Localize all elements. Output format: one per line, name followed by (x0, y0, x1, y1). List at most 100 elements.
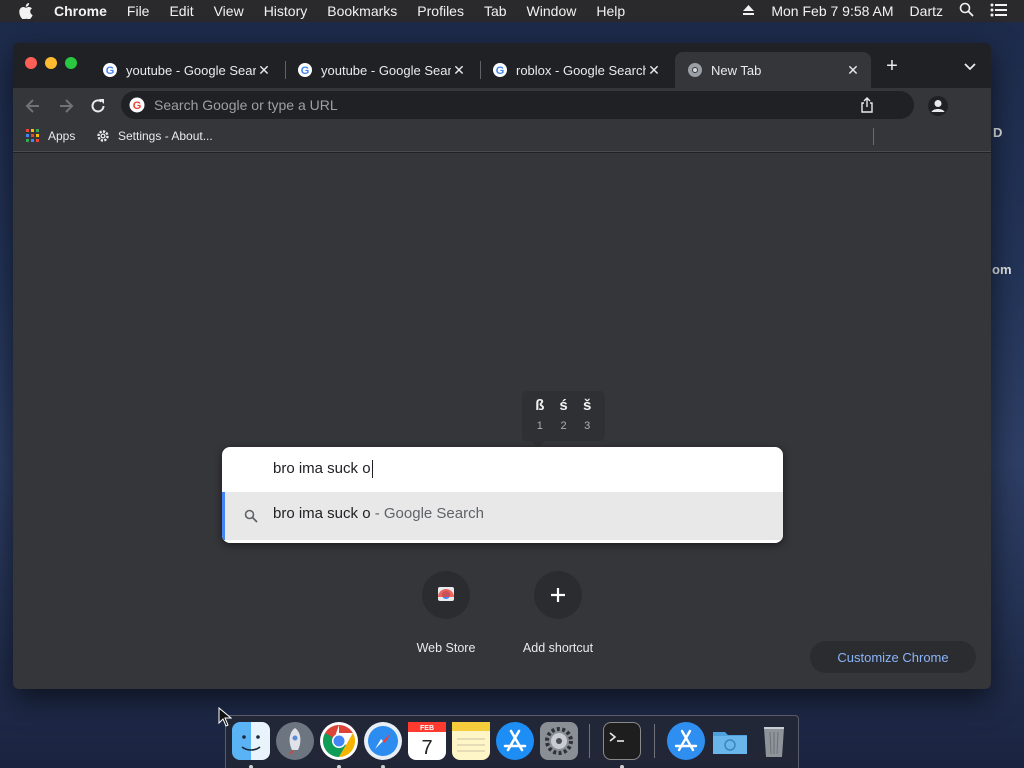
accent-option-3[interactable]: š 3 (575, 397, 599, 441)
system-preferences-icon[interactable] (540, 722, 578, 760)
menu-history[interactable]: History (264, 3, 308, 19)
customize-chrome-button[interactable]: Customize Chrome (810, 641, 976, 673)
forward-arrow-icon[interactable] (56, 96, 76, 116)
new-tab-plus-icon[interactable]: + (883, 56, 901, 76)
google-icon: G (102, 62, 118, 78)
web-store-icon (422, 571, 470, 619)
tab-youtube-search-2[interactable]: G youtube - Google Search ✕ (285, 52, 477, 88)
menu-edit[interactable]: Edit (169, 3, 193, 19)
zoom-window-button[interactable] (65, 57, 77, 69)
bookmarks-divider (873, 128, 874, 145)
menu-bar: Chrome File Edit View History Bookmarks … (0, 0, 1024, 22)
safari-icon[interactable] (364, 722, 402, 760)
menu-profiles[interactable]: Profiles (417, 3, 464, 19)
apps-grid-icon (26, 129, 40, 143)
app-store-icon[interactable] (496, 722, 534, 760)
shortcut-label: Add shortcut (522, 641, 594, 655)
minimize-window-button[interactable] (45, 57, 57, 69)
menu-app-name[interactable]: Chrome (54, 3, 107, 19)
menu-help[interactable]: Help (596, 3, 625, 19)
shortcut-add[interactable]: Add shortcut (508, 571, 608, 655)
selection-indicator (222, 492, 225, 540)
bookmark-label: Apps (48, 129, 76, 143)
close-tab-icon[interactable]: ✕ (646, 62, 662, 78)
applications-folder-icon[interactable] (667, 722, 705, 760)
menu-window[interactable]: Window (527, 3, 577, 19)
accent-char: ś (559, 397, 568, 414)
close-tab-icon[interactable]: ✕ (451, 62, 467, 78)
calendar-month: FEB (420, 725, 434, 732)
finder-icon[interactable] (232, 722, 270, 760)
calendar-icon[interactable]: FEB 7 (408, 722, 446, 760)
svg-text:G: G (133, 100, 142, 112)
search-input[interactable]: bro ima suck o (273, 460, 373, 479)
menu-bookmarks[interactable]: Bookmarks (327, 3, 397, 19)
suggestion-suffix: - Google Search (370, 505, 484, 522)
omnibox[interactable]: G Search Google or type a URL (121, 91, 914, 119)
accent-option-1[interactable]: ß 1 (528, 397, 552, 441)
dock-separator (654, 724, 655, 758)
close-tab-icon[interactable]: ✕ (256, 62, 272, 78)
desktop-peek-text-mid: om (992, 262, 1012, 277)
tab-search-chevron-icon[interactable] (961, 57, 979, 75)
svg-text:G: G (301, 65, 310, 77)
close-tab-icon[interactable]: ✕ (845, 62, 861, 78)
calendar-day: 7 (421, 737, 432, 759)
menubar-clock[interactable]: Mon Feb 7 9:58 AM (771, 3, 893, 19)
accent-character-popup: ß 1 ś 2 š 3 (522, 391, 605, 448)
dock-separator (589, 724, 590, 758)
suggestion-text: bro ima suck o - Google Search (273, 505, 484, 522)
close-window-button[interactable] (25, 57, 37, 69)
chrome-icon (687, 62, 703, 78)
search-icon (244, 509, 258, 523)
shortcut-web-store[interactable]: Web Store (396, 571, 496, 655)
gear-icon (96, 129, 110, 143)
downloads-folder-icon[interactable] (711, 722, 749, 760)
mouse-cursor-icon (218, 706, 233, 727)
google-icon: G (129, 97, 145, 113)
suggestion-query: bro ima suck o (273, 505, 371, 522)
trash-icon[interactable] (755, 722, 793, 760)
bookmark-settings-about[interactable]: Settings - About... (96, 129, 213, 143)
desktop-peek-text-top: D (993, 125, 1003, 140)
text-caret (371, 460, 373, 479)
plus-icon (534, 571, 582, 619)
svg-text:G: G (106, 65, 115, 77)
dock: FEB 7 (225, 715, 799, 768)
menu-file[interactable]: File (127, 3, 150, 19)
new-tab-page: Web Store Add shortcut Customize Chrome (13, 153, 991, 689)
search-dropdown: bro ima suck o bro ima suck o - Google S… (222, 447, 783, 543)
launchpad-icon[interactable] (276, 722, 314, 760)
tab-title: New Tab (711, 62, 762, 78)
spotlight-search-icon[interactable] (959, 2, 974, 20)
bookmarks-bar: Apps Settings - About... (13, 124, 991, 152)
bookmark-apps[interactable]: Apps (26, 129, 75, 143)
desktop-background-peek: D om (992, 22, 1024, 722)
tab-strip: G youtube - Google Search ✕ G youtube - … (13, 43, 991, 88)
menu-view[interactable]: View (214, 3, 244, 19)
tab-title: roblox - Google Search (516, 62, 646, 78)
bookmark-label: Settings - About... (118, 129, 213, 143)
eject-icon[interactable] (742, 3, 755, 19)
share-icon[interactable] (859, 97, 875, 113)
terminal-icon[interactable] (603, 722, 641, 760)
menubar-user[interactable]: Dartz (910, 3, 943, 19)
profile-avatar-icon[interactable] (927, 95, 949, 117)
tab-new-tab[interactable]: New Tab ✕ (675, 52, 871, 88)
back-arrow-icon[interactable] (23, 96, 43, 116)
search-suggestion[interactable]: bro ima suck o - Google Search (222, 492, 783, 540)
notes-icon[interactable] (452, 722, 490, 760)
svg-text:G: G (496, 65, 505, 77)
chrome-icon[interactable] (320, 722, 358, 760)
menu-tab[interactable]: Tab (484, 3, 507, 19)
accent-option-2[interactable]: ś 2 (552, 397, 576, 441)
google-icon: G (297, 62, 313, 78)
control-center-icon[interactable] (990, 3, 1008, 20)
tab-roblox-search[interactable]: G roblox - Google Search ✕ (480, 52, 672, 88)
browser-toolbar: G Search Google or type a URL (13, 88, 991, 124)
accent-num: 2 (560, 420, 567, 432)
chrome-window: G youtube - Google Search ✕ G youtube - … (13, 43, 991, 689)
apple-menu-icon[interactable] (18, 3, 34, 19)
tab-youtube-search-1[interactable]: G youtube - Google Search ✕ (90, 52, 282, 88)
reload-icon[interactable] (88, 96, 108, 116)
